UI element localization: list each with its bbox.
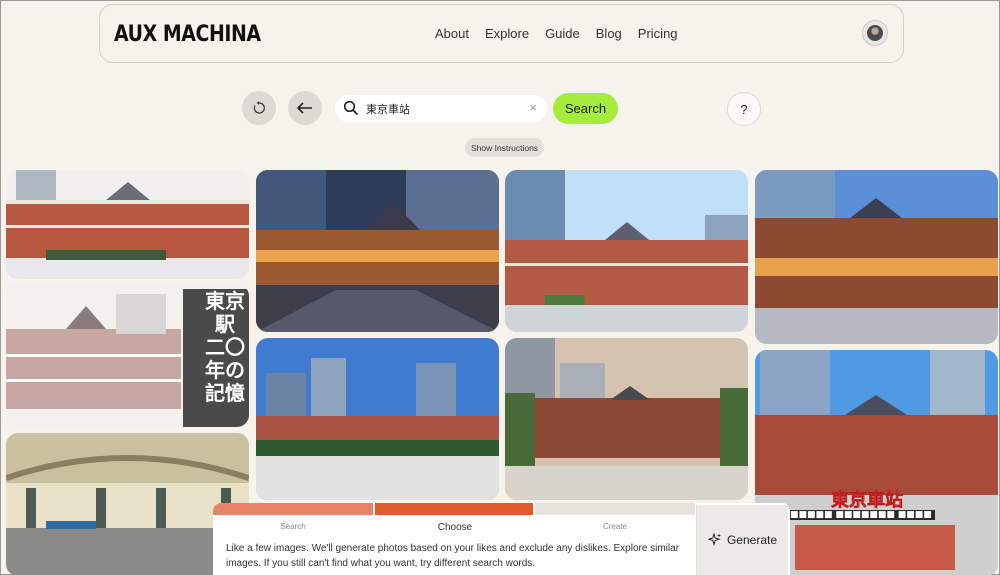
station-plaza-photo [505, 170, 748, 332]
reset-button[interactable] [242, 91, 276, 125]
user-avatar[interactable] [862, 20, 888, 46]
step-create[interactable]: Create [535, 522, 695, 531]
help-button[interactable]: ? [727, 92, 761, 126]
gallery-image[interactable] [505, 170, 748, 332]
logo[interactable]: AUX MACHINA [114, 22, 261, 47]
progress-search [213, 503, 373, 515]
step-choose[interactable]: Choose [375, 522, 535, 533]
nav-blog[interactable]: Blog [596, 26, 622, 41]
gallery-image[interactable] [256, 338, 499, 500]
clear-icon[interactable]: × [529, 100, 537, 115]
nav-about[interactable]: About [435, 26, 469, 41]
overlay-title: 東京車站 [831, 490, 904, 512]
nav-explore[interactable]: Explore [485, 26, 529, 41]
gallery-image[interactable] [505, 338, 748, 500]
nav-guide[interactable]: Guide [545, 26, 580, 41]
search-bar: × [335, 95, 547, 122]
search-icon [343, 100, 359, 116]
generate-label: Generate [726, 533, 778, 547]
show-instructions-button[interactable]: Show Instructions [465, 138, 544, 157]
station-dusk-photo [505, 338, 748, 500]
sparkle-icon [707, 533, 721, 547]
progress-choose [375, 503, 533, 515]
search-button[interactable]: Search [553, 93, 618, 124]
progress-create [535, 503, 695, 515]
nav-pricing[interactable]: Pricing [638, 26, 678, 41]
station-evening-photo [755, 170, 998, 344]
refresh-icon [253, 101, 265, 114]
gallery-image[interactable]: 東京車站 ■■■■■ ■■■■■■■ ■■■■ [755, 350, 998, 575]
station-news-photo [755, 350, 998, 575]
station-night-aerial-photo [256, 170, 499, 332]
top-navigation-bar: AUX MACHINA About Explore Guide Blog Pri… [99, 4, 904, 63]
vertical-caption: 東京駅 二〇年の 記憶 [205, 289, 245, 405]
main-nav: About Explore Guide Blog Pricing [435, 26, 678, 41]
arrow-left-icon [296, 102, 312, 114]
station-blue-sky-photo [256, 338, 499, 500]
generate-button[interactable]: Generate [696, 505, 788, 575]
step-search[interactable]: Search [213, 522, 373, 531]
station-daytime-photo [6, 170, 249, 279]
panel-description: Like a few images. We'll generate photos… [226, 543, 680, 569]
back-button[interactable] [288, 91, 322, 125]
search-input[interactable] [366, 99, 516, 118]
overlay-caption: ■■■■■ ■■■■■■■ ■■■■ [787, 510, 935, 520]
gallery-image[interactable] [256, 170, 499, 332]
avatar-image [867, 25, 883, 41]
gallery-image[interactable] [755, 170, 998, 344]
gallery-image[interactable]: 東京駅 二〇年の 記憶 [6, 284, 249, 427]
gallery-image[interactable] [6, 170, 249, 279]
